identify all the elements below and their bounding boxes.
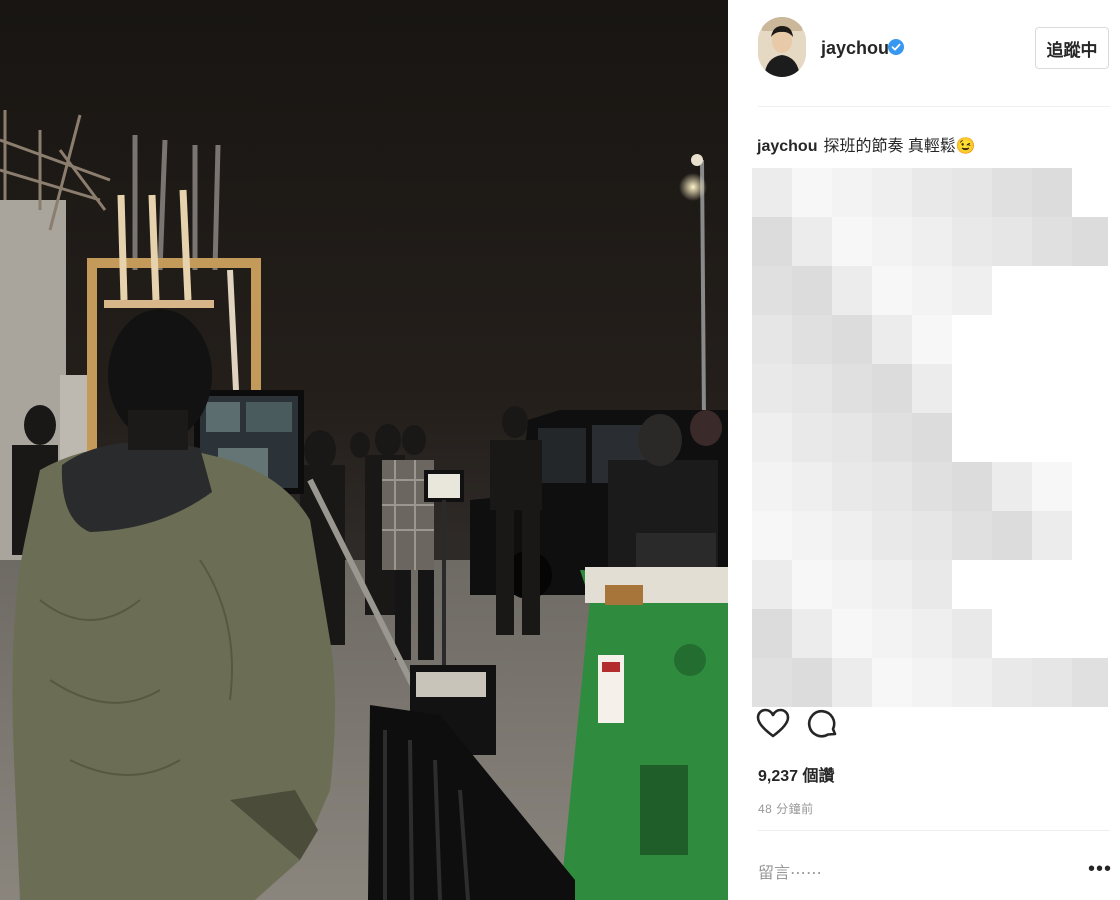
mosaic-cell bbox=[1072, 217, 1112, 266]
mosaic-cell bbox=[752, 168, 792, 217]
mosaic-cell bbox=[912, 413, 952, 462]
mosaic-cell bbox=[792, 168, 832, 217]
caption: jaychou 探班的節奏 真輕鬆😉 bbox=[757, 132, 976, 156]
following-button[interactable]: 追蹤中 bbox=[1035, 27, 1109, 69]
mosaic-cell bbox=[832, 315, 872, 364]
pixelated-comments-mosaic bbox=[752, 168, 1112, 707]
mosaic-cell bbox=[952, 609, 992, 658]
mosaic-cell bbox=[832, 511, 872, 560]
mosaic-cell bbox=[792, 560, 832, 609]
comment-icon[interactable] bbox=[806, 707, 840, 741]
header-divider bbox=[758, 106, 1110, 107]
mosaic-cell bbox=[872, 609, 912, 658]
caption-username[interactable]: jaychou bbox=[757, 138, 817, 155]
mosaic-cell bbox=[1032, 462, 1072, 511]
mosaic-cell bbox=[752, 560, 792, 609]
mosaic-cell bbox=[872, 217, 912, 266]
mosaic-cell bbox=[752, 511, 792, 560]
mosaic-cell bbox=[912, 609, 952, 658]
mosaic-cell bbox=[912, 266, 952, 315]
like-count[interactable]: 9,237 個讚 bbox=[758, 762, 835, 786]
mosaic-cell bbox=[952, 462, 992, 511]
comment-divider bbox=[758, 830, 1110, 831]
post-photo-image bbox=[0, 0, 728, 900]
post-header: jaychou 追蹤中 bbox=[728, 0, 1120, 106]
mosaic-cell bbox=[752, 315, 792, 364]
mosaic-cell bbox=[952, 511, 992, 560]
mosaic-cell bbox=[992, 658, 1032, 707]
mosaic-cell bbox=[752, 609, 792, 658]
post-panel: jaychou 追蹤中 jaychou 探班的節奏 真輕鬆😉 9,237 個讚 4 bbox=[728, 0, 1120, 900]
mosaic-cell bbox=[792, 217, 832, 266]
mosaic-cell bbox=[752, 217, 792, 266]
mosaic-cell bbox=[832, 168, 872, 217]
caption-text: 探班的節奏 真輕鬆😉 bbox=[823, 138, 976, 155]
mosaic-cell bbox=[872, 511, 912, 560]
mosaic-cell bbox=[1032, 217, 1072, 266]
mosaic-cell bbox=[912, 658, 952, 707]
mosaic-cell bbox=[1072, 658, 1112, 707]
heart-icon[interactable] bbox=[756, 707, 790, 741]
post-timestamp[interactable]: 48 分鐘前 bbox=[758, 800, 814, 817]
avatar-image bbox=[758, 17, 806, 77]
mosaic-cell bbox=[1032, 658, 1072, 707]
mosaic-cell bbox=[912, 511, 952, 560]
mosaic-cell bbox=[832, 658, 872, 707]
comment-input[interactable] bbox=[758, 855, 1058, 889]
mosaic-cell bbox=[832, 217, 872, 266]
mosaic-cell bbox=[872, 560, 912, 609]
pixelated-comments bbox=[752, 168, 1112, 708]
mosaic-cell bbox=[912, 560, 952, 609]
mosaic-cell bbox=[992, 462, 1032, 511]
post-photo[interactable] bbox=[0, 0, 728, 900]
mosaic-cell bbox=[872, 413, 912, 462]
mosaic-cell bbox=[792, 511, 832, 560]
mosaic-cell bbox=[1032, 168, 1072, 217]
mosaic-cell bbox=[832, 266, 872, 315]
mosaic-cell bbox=[752, 658, 792, 707]
mosaic-cell bbox=[872, 658, 912, 707]
mosaic-cell bbox=[832, 609, 872, 658]
mosaic-cell bbox=[992, 217, 1032, 266]
mosaic-cell bbox=[912, 462, 952, 511]
mosaic-cell bbox=[912, 315, 952, 364]
mosaic-cell bbox=[792, 658, 832, 707]
mosaic-cell bbox=[792, 266, 832, 315]
more-options-icon[interactable]: ••• bbox=[1088, 858, 1112, 881]
mosaic-cell bbox=[832, 364, 872, 413]
verified-badge-icon bbox=[888, 39, 904, 55]
mosaic-cell bbox=[872, 462, 912, 511]
mosaic-cell bbox=[792, 609, 832, 658]
mosaic-cell bbox=[872, 364, 912, 413]
mosaic-cell bbox=[832, 560, 872, 609]
mosaic-cell bbox=[832, 462, 872, 511]
mosaic-cell bbox=[752, 364, 792, 413]
mosaic-cell bbox=[952, 658, 992, 707]
mosaic-cell bbox=[792, 315, 832, 364]
mosaic-cell bbox=[792, 462, 832, 511]
avatar[interactable] bbox=[758, 17, 806, 77]
mosaic-cell bbox=[912, 217, 952, 266]
mosaic-cell bbox=[792, 413, 832, 462]
mosaic-cell bbox=[832, 413, 872, 462]
username[interactable]: jaychou bbox=[821, 38, 889, 59]
mosaic-cell bbox=[1032, 511, 1072, 560]
mosaic-cell bbox=[872, 315, 912, 364]
mosaic-cell bbox=[872, 266, 912, 315]
mosaic-cell bbox=[952, 266, 992, 315]
mosaic-cell bbox=[992, 168, 1032, 217]
mosaic-cell bbox=[872, 168, 912, 217]
mosaic-cell bbox=[912, 364, 952, 413]
mosaic-cell bbox=[752, 462, 792, 511]
mosaic-cell bbox=[992, 511, 1032, 560]
mosaic-cell bbox=[912, 168, 952, 217]
mosaic-cell bbox=[792, 364, 832, 413]
mosaic-cell bbox=[952, 217, 992, 266]
mosaic-cell bbox=[952, 168, 992, 217]
mosaic-cell bbox=[752, 266, 792, 315]
mosaic-cell bbox=[752, 413, 792, 462]
